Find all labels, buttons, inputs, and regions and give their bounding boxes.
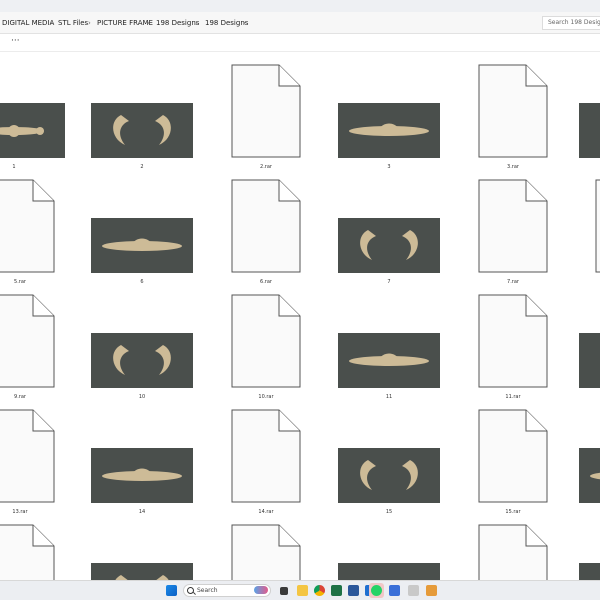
file-name-label: 9.rar xyxy=(14,394,26,400)
document-file-icon xyxy=(595,179,600,273)
document-file-icon xyxy=(0,179,55,273)
breadcrumb-198-designs-current[interactable]: 198 Designs xyxy=(205,18,248,28)
image-thumbnail xyxy=(579,563,600,580)
task-view-icon[interactable] xyxy=(280,587,288,595)
search-icon xyxy=(187,587,194,594)
excel-icon[interactable] xyxy=(331,585,342,596)
document-file-icon xyxy=(478,64,548,158)
document-file-icon xyxy=(478,179,548,273)
file-name-label: 13.rar xyxy=(12,509,28,515)
image-thumbnail xyxy=(579,103,600,158)
breadcrumb-digital-media[interactable]: DIGITAL MEDIA xyxy=(2,18,54,28)
document-file-icon xyxy=(478,524,548,580)
breadcrumb-198-designs[interactable]: 198 Designs xyxy=(156,18,199,28)
image-thumbnail xyxy=(338,448,440,503)
file-name-label: 6.rar xyxy=(260,279,272,285)
document-file-icon xyxy=(0,524,55,580)
image-thumbnail xyxy=(338,103,440,158)
file-name-label: 15.rar xyxy=(505,509,521,515)
breadcrumb-picture-frame[interactable]: PICTURE FRAME xyxy=(97,18,153,28)
file-name-label: 2 xyxy=(140,164,144,170)
image-thumbnail xyxy=(579,333,600,388)
image-thumbnail xyxy=(91,563,193,580)
file-name-label: 10 xyxy=(138,394,146,400)
app-icon[interactable] xyxy=(408,585,419,596)
document-file-icon xyxy=(0,409,55,503)
weather-widget-icon[interactable] xyxy=(254,586,268,594)
breadcrumb-separator: › xyxy=(88,19,91,27)
image-thumbnail xyxy=(338,563,440,580)
file-name-label: 7.rar xyxy=(507,279,519,285)
file-name-label: 3 xyxy=(387,164,391,170)
breadcrumb-separator: › xyxy=(195,19,198,27)
word-icon[interactable] xyxy=(348,585,359,596)
document-file-icon xyxy=(231,409,301,503)
image-thumbnail xyxy=(338,333,440,388)
toolbar: ··· xyxy=(0,34,600,52)
taskbar: Search xyxy=(0,580,600,600)
image-thumbnail xyxy=(0,103,65,158)
file-name-label: 5.rar xyxy=(14,279,26,285)
image-thumbnail xyxy=(91,333,193,388)
file-name-label: 14.rar xyxy=(258,509,274,515)
file-name-label: 11 xyxy=(385,394,393,400)
file-name-label: 3.rar xyxy=(507,164,519,170)
file-name-label: 1 xyxy=(12,164,16,170)
photos-icon[interactable] xyxy=(389,585,400,596)
file-name-label: 15 xyxy=(385,509,393,515)
file-explorer-icon[interactable] xyxy=(297,585,308,596)
taskbar-search-label: Search xyxy=(197,587,218,594)
document-file-icon xyxy=(231,294,301,388)
file-name-label: 7 xyxy=(387,279,391,285)
document-file-icon xyxy=(478,294,548,388)
whatsapp-icon[interactable] xyxy=(371,585,382,596)
breadcrumb-separator: › xyxy=(50,19,53,27)
image-thumbnail xyxy=(338,218,440,273)
document-file-icon xyxy=(231,524,301,580)
breadcrumb-stl-files[interactable]: STL Files xyxy=(58,18,88,28)
image-thumbnail xyxy=(91,448,193,503)
document-file-icon xyxy=(478,409,548,503)
file-name-label: 14 xyxy=(138,509,146,515)
address-bar[interactable]: DIGITAL MEDIA › STL Files › PICTURE FRAM… xyxy=(0,12,600,34)
app-icon[interactable] xyxy=(426,585,437,596)
image-thumbnail xyxy=(91,218,193,273)
file-grid: 1 2 2.rar 3 3.rar 5.rar 6 6.rar 7 7.rar 9.rar 10 10.… xyxy=(0,52,600,580)
window-top-strip xyxy=(0,0,600,12)
chrome-icon[interactable] xyxy=(314,585,325,596)
image-thumbnail xyxy=(91,103,193,158)
document-file-icon xyxy=(0,294,55,388)
file-name-label: 6 xyxy=(140,279,144,285)
file-name-label: 10.rar xyxy=(258,394,274,400)
image-thumbnail xyxy=(579,448,600,503)
document-file-icon xyxy=(231,64,301,158)
file-name-label: 2.rar xyxy=(260,164,272,170)
breadcrumb-separator: › xyxy=(243,19,246,27)
breadcrumb-separator: › xyxy=(147,19,150,27)
document-file-icon xyxy=(231,179,301,273)
windows-start-icon[interactable] xyxy=(166,585,177,596)
search-input[interactable]: Search 198 Designs xyxy=(542,16,600,30)
more-options-button[interactable]: ··· xyxy=(11,36,20,46)
file-name-label: 11.rar xyxy=(505,394,521,400)
